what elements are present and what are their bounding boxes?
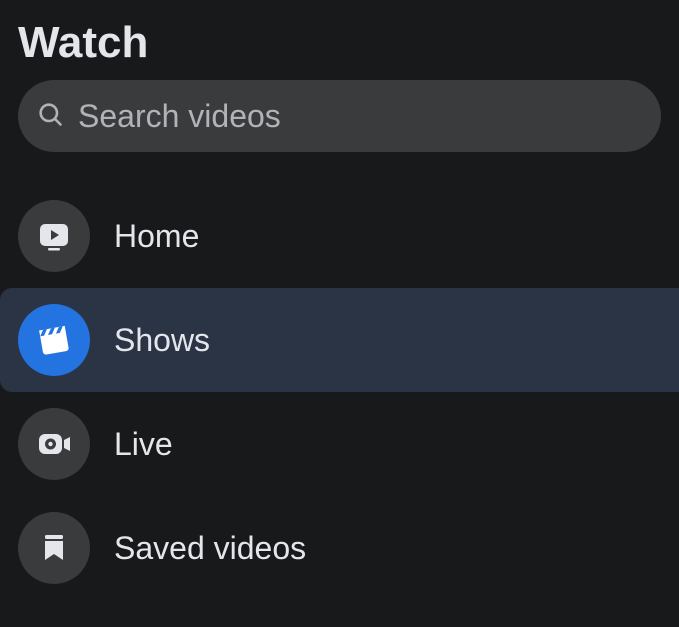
nav-item-label: Shows [114, 322, 210, 359]
search-input[interactable] [78, 98, 643, 135]
nav-item-live[interactable]: Live [0, 392, 679, 496]
clapperboard-icon [18, 304, 90, 376]
nav-list: Home Shows Live [0, 166, 679, 600]
search-icon [36, 100, 64, 133]
search-container[interactable] [18, 80, 661, 152]
page-title: Watch [0, 0, 679, 80]
nav-item-label: Home [114, 218, 199, 255]
nav-item-saved-videos[interactable]: Saved videos [0, 496, 679, 600]
camera-live-icon [18, 408, 90, 480]
tv-play-icon [18, 200, 90, 272]
bookmark-icon [18, 512, 90, 584]
nav-item-shows[interactable]: Shows [0, 288, 679, 392]
nav-item-label: Live [114, 426, 173, 463]
nav-item-home[interactable]: Home [0, 184, 679, 288]
nav-item-label: Saved videos [114, 530, 306, 567]
